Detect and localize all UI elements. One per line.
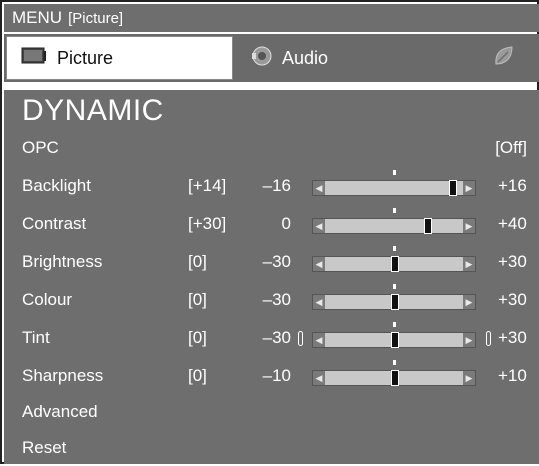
sharpness-slider[interactable]: ◀ ▶: [312, 370, 476, 386]
reset-row[interactable]: Reset: [4, 430, 539, 466]
center-marker: [393, 360, 396, 365]
brightness-label: Brightness: [22, 252, 103, 271]
left-bracket-icon: [298, 331, 303, 346]
tint-slider-thumb[interactable]: [391, 332, 399, 348]
tab-picture[interactable]: Picture: [6, 36, 233, 80]
contrast-slider[interactable]: ◀ ▶: [312, 218, 476, 234]
backlight-slider[interactable]: ◀ ▶: [312, 180, 476, 196]
colour-label: Colour: [22, 290, 73, 309]
sharpness-value: [0]: [188, 366, 207, 385]
center-marker: [393, 284, 396, 289]
sharpness-slider-thumb[interactable]: [391, 370, 399, 386]
colour-max-label: +30: [498, 290, 527, 309]
picture-settings-panel: DYNAMIC OPC [Off] Backlight [+14] –16 +16 ◀ ▶…: [4, 90, 539, 464]
tv-icon: [21, 46, 47, 71]
tab-eco[interactable]: [474, 34, 534, 82]
slider-row-tint[interactable]: Tint [0] –30 +30 ◀ ▶: [4, 320, 539, 356]
menu-header: MENU [Picture]: [4, 4, 539, 32]
colour-value: [0]: [188, 290, 207, 309]
sharpness-max-label: +10: [498, 366, 527, 385]
slider-row-sharpness[interactable]: Sharpness [0] –10 +10 ◀ ▶: [4, 358, 539, 394]
tint-label: Tint: [22, 328, 50, 347]
brightness-min-label: –30: [262, 252, 291, 271]
tint-slider[interactable]: ◀ ▶: [312, 332, 476, 348]
tab-audio-label: Audio: [282, 47, 329, 68]
right-arrow-icon[interactable]: ▶: [463, 333, 475, 347]
right-arrow-icon[interactable]: ▶: [463, 295, 475, 309]
center-marker: [393, 322, 396, 327]
left-arrow-icon[interactable]: ◀: [313, 219, 325, 233]
colour-slider[interactable]: ◀ ▶: [312, 294, 476, 310]
left-arrow-icon[interactable]: ◀: [313, 371, 325, 385]
picture-mode-title: DYNAMIC: [22, 94, 164, 127]
center-marker: [393, 208, 396, 213]
slider-row-backlight[interactable]: Backlight [+14] –16 +16 ◀ ▶: [4, 168, 539, 204]
slider-row-contrast[interactable]: Contrast [+30] 0 +40 ◀ ▶: [4, 206, 539, 242]
tint-max-label: +30: [498, 328, 527, 347]
backlight-max-label: +16: [498, 176, 527, 195]
menu-tabs: Picture Audio: [4, 34, 539, 82]
right-arrow-icon[interactable]: ▶: [463, 257, 475, 271]
right-arrow-icon[interactable]: ▶: [463, 371, 475, 385]
tab-picture-label: Picture: [57, 47, 114, 68]
brightness-value: [0]: [188, 252, 207, 271]
left-arrow-icon[interactable]: ◀: [313, 333, 325, 347]
center-marker: [393, 246, 396, 251]
contrast-min-label: 0: [281, 214, 291, 233]
brightness-slider[interactable]: ◀ ▶: [312, 256, 476, 272]
left-arrow-icon[interactable]: ◀: [313, 181, 325, 195]
sharpness-min-label: –10: [262, 366, 291, 385]
tab-audio[interactable]: Audio: [244, 34, 444, 82]
menu-frame: MENU [Picture] Picture Audio DYNAMIC OPC…: [0, 0, 539, 464]
slider-row-colour[interactable]: Colour [0] –30 +30 ◀ ▶: [4, 282, 539, 318]
reset-label: Reset: [22, 438, 67, 457]
backlight-slider-thumb[interactable]: [448, 180, 457, 196]
tint-value: [0]: [188, 328, 207, 347]
brightness-slider-thumb[interactable]: [391, 256, 399, 272]
speaker-icon: [250, 45, 272, 72]
contrast-slider-thumb[interactable]: [424, 218, 432, 234]
backlight-min-label: –16: [262, 176, 291, 195]
contrast-label: Contrast: [22, 214, 87, 233]
contrast-value: [+30]: [188, 214, 227, 233]
opc-value: [Off]: [495, 138, 527, 157]
left-arrow-icon[interactable]: ◀: [313, 257, 325, 271]
sharpness-label: Sharpness: [22, 366, 104, 385]
menu-label: MENU: [12, 8, 63, 27]
opc-row[interactable]: OPC [Off]: [4, 130, 539, 166]
brightness-max-label: +30: [498, 252, 527, 271]
right-bracket-icon: [486, 331, 491, 346]
leaf-icon: [492, 44, 516, 73]
backlight-label: Backlight: [22, 176, 91, 195]
tint-min-label: –30: [262, 328, 291, 347]
right-arrow-icon[interactable]: ▶: [463, 181, 475, 195]
right-arrow-icon[interactable]: ▶: [463, 219, 475, 233]
left-arrow-icon[interactable]: ◀: [313, 295, 325, 309]
opc-label: OPC: [22, 138, 59, 157]
colour-min-label: –30: [262, 290, 291, 309]
advanced-row[interactable]: Advanced: [4, 394, 539, 430]
contrast-max-label: +40: [498, 214, 527, 233]
menu-section-label: [Picture]: [68, 10, 124, 27]
colour-slider-thumb[interactable]: [391, 294, 399, 310]
slider-row-brightness[interactable]: Brightness [0] –30 +30 ◀ ▶: [4, 244, 539, 280]
backlight-value: [+14]: [188, 176, 227, 195]
advanced-label: Advanced: [22, 402, 98, 421]
center-marker: [393, 170, 396, 175]
